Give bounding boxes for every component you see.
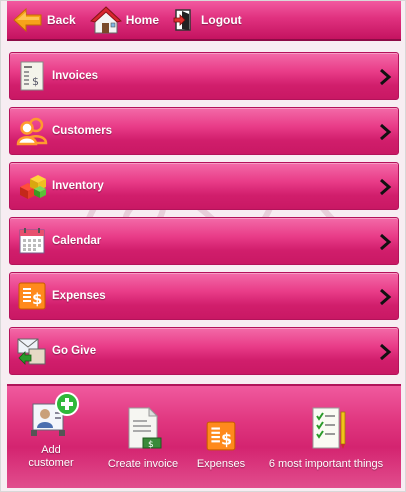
menu-item-invoices[interactable]: $ Invoices [9,52,399,100]
logout-label: Logout [201,13,242,27]
menu-item-label: Invoices [52,70,99,82]
expenses-toolbar-label: Expenses [196,458,246,470]
back-arrow-icon [13,7,43,33]
chevron-right-icon [380,233,392,251]
go-give-icon [16,335,48,367]
add-customer-label-line2: customer [28,457,74,469]
logout-button[interactable]: Logout [173,1,242,40]
svg-text:$: $ [221,430,232,449]
back-label: Back [47,13,76,27]
svg-text:$: $ [32,290,42,308]
add-customer-label: Add customer [17,444,85,470]
invoice-icon: $ [16,60,48,92]
menu-item-customers[interactable]: Customers [9,107,399,155]
create-invoice-icon: $ [128,406,162,450]
chevron-right-icon [380,123,392,141]
menu-item-label: Inventory [52,180,104,192]
expenses-toolbar-button[interactable]: $ Expenses [191,386,251,490]
expenses-icon: $ [206,421,236,451]
chevron-right-icon [380,343,392,361]
menu-item-label: Calendar [52,235,102,247]
calendar-icon [16,225,48,257]
top-navigation-bar: Back Home Logout [7,1,401,41]
chevron-right-icon [380,68,392,86]
expenses-icon: $ [16,280,48,312]
svg-text:$: $ [148,440,154,450]
checklist-icon [312,407,346,449]
add-customer-icon [31,392,79,436]
bottom-toolbar: Add customer $ Create invoice $ Expenses… [7,384,401,488]
create-invoice-label: Create invoice [107,458,179,470]
important-things-button[interactable]: 6 most important things [255,386,397,490]
main-menu: $ Invoices Customers Inventory Calendar … [9,52,399,382]
back-button[interactable]: Back [13,1,76,40]
svg-text:$: $ [32,75,39,88]
chevron-right-icon [380,288,392,306]
add-customer-button[interactable]: Add customer [17,386,85,490]
important-things-label: 6 most important things [268,458,384,470]
menu-item-expenses[interactable]: $ Expenses [9,272,399,320]
menu-item-inventory[interactable]: Inventory [9,162,399,210]
menu-item-label: Customers [52,125,113,137]
add-customer-label-line1: Add [41,444,61,456]
app-window: Back Home Logout $ Invoices Customers In… [0,0,406,492]
menu-item-go-give[interactable]: Go Give [9,327,399,375]
home-label: Home [125,13,160,27]
menu-item-calendar[interactable]: Calendar [9,217,399,265]
inventory-icon [16,170,48,202]
home-button[interactable]: Home [89,1,160,40]
chevron-right-icon [380,178,392,196]
home-icon [89,5,122,35]
create-invoice-button[interactable]: $ Create invoice [97,386,189,490]
logout-door-icon [173,8,197,32]
menu-item-label: Go Give [52,345,97,357]
customers-icon [16,115,48,147]
menu-item-label: Expenses [52,290,106,302]
